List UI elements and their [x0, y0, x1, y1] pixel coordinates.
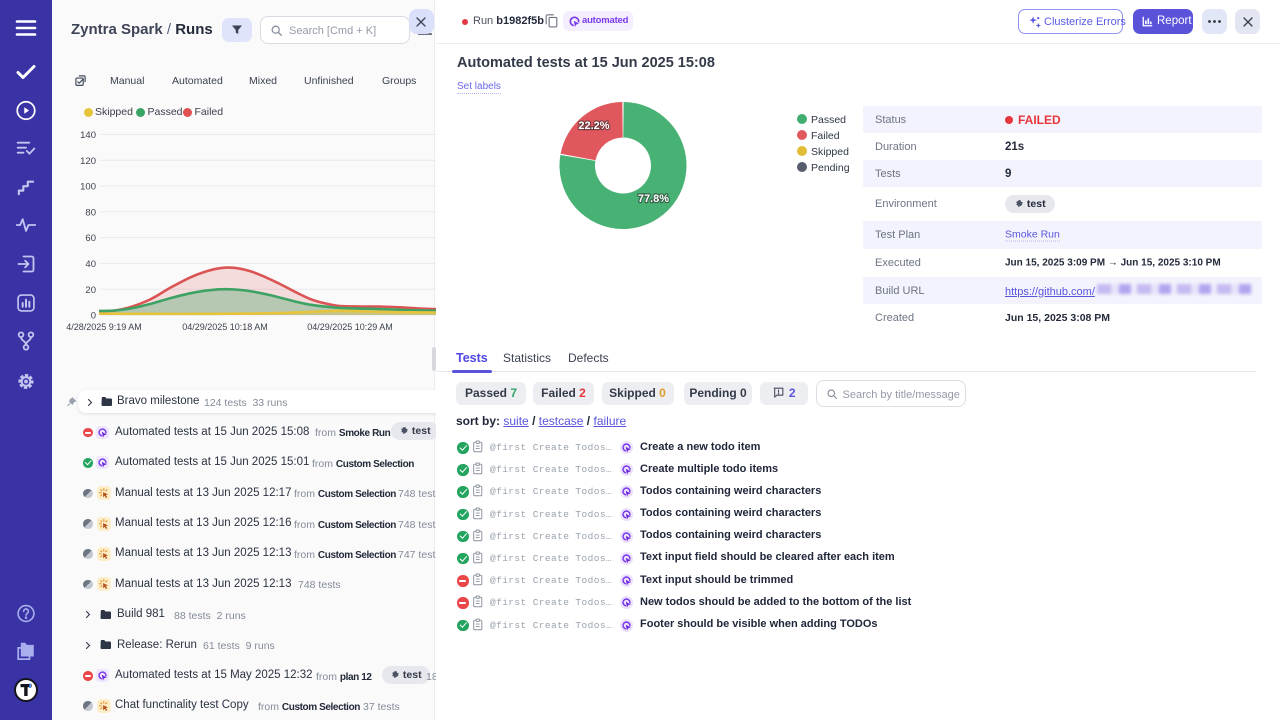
svg-text:77.8%: 77.8%: [638, 193, 669, 205]
svg-text:40: 40: [85, 259, 96, 270]
svg-text:04/29/2025 10:18 AM: 04/29/2025 10:18 AM: [182, 322, 268, 332]
svg-text:22.2%: 22.2%: [578, 120, 609, 132]
svg-text:100: 100: [80, 182, 96, 193]
svg-text:4/28/2025 9:19 AM: 4/28/2025 9:19 AM: [66, 322, 142, 332]
svg-text:04/29/2025 10:29 AM: 04/29/2025 10:29 AM: [307, 322, 393, 332]
svg-text:60: 60: [85, 233, 96, 244]
svg-text:0: 0: [91, 311, 96, 322]
svg-text:140: 140: [80, 130, 96, 141]
svg-text:20: 20: [85, 285, 96, 296]
svg-text:80: 80: [85, 207, 96, 218]
svg-text:120: 120: [80, 156, 96, 167]
